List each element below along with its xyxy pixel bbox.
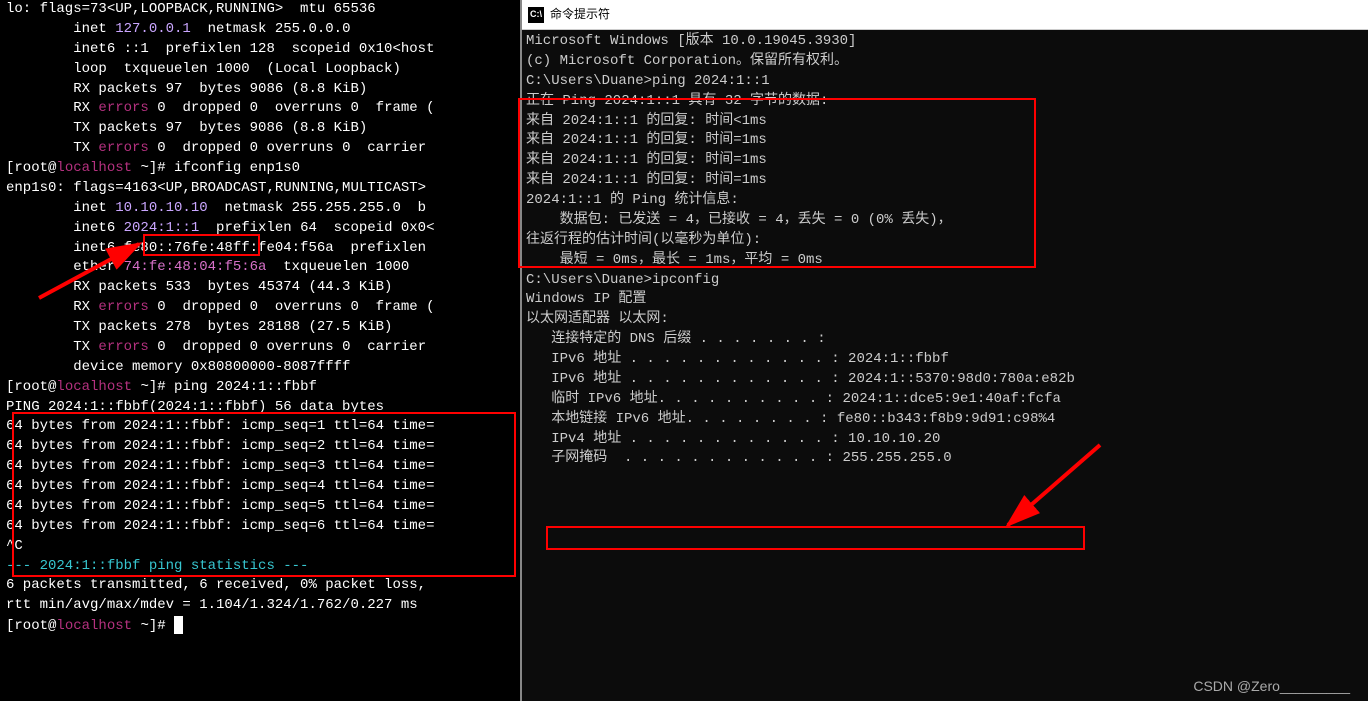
terminal-line: ^C — [6, 537, 520, 557]
cmd-icon: C:\ — [528, 7, 544, 23]
terminal-line: ether 74:fe:48:04:f5:6a txqueuelen 1000 — [6, 258, 520, 278]
terminal-line: 子网掩码 . . . . . . . . . . . . : 255.255.2… — [526, 449, 1364, 469]
terminal-line: 64 bytes from 2024:1::fbbf: icmp_seq=2 t… — [6, 437, 520, 457]
terminal-line: [root@localhost ~]# ping 2024:1::fbbf — [6, 378, 520, 398]
terminal-line: rtt min/avg/max/mdev = 1.104/1.324/1.762… — [6, 596, 520, 616]
terminal-line: inet6 fe80::76fe:48ff:fe04:f56a prefixle… — [6, 239, 520, 259]
terminal-line: (c) Microsoft Corporation。保留所有权利。 — [526, 52, 1364, 72]
terminal-line: IPv4 地址 . . . . . . . . . . . . : 10.10.… — [526, 430, 1364, 450]
terminal-line: --- 2024:1::fbbf ping statistics --- — [6, 557, 520, 577]
terminal-line: [root@localhost ~]# ifconfig enp1s0 — [6, 159, 520, 179]
terminal-line: 来自 2024:1::1 的回复: 时间<1ms — [526, 112, 1364, 132]
windows-cmd-window: C:\ 命令提示符 Microsoft Windows [版本 10.0.190… — [520, 0, 1368, 701]
terminal-line: loop txqueuelen 1000 (Local Loopback) — [6, 60, 520, 80]
terminal-line: 2024:1::1 的 Ping 统计信息: — [526, 191, 1364, 211]
terminal-line: 64 bytes from 2024:1::fbbf: icmp_seq=5 t… — [6, 497, 520, 517]
cmd-output[interactable]: Microsoft Windows [版本 10.0.19045.3930](c… — [522, 30, 1368, 471]
terminal-line: 64 bytes from 2024:1::fbbf: icmp_seq=1 t… — [6, 417, 520, 437]
terminal-line: 数据包: 已发送 = 4，已接收 = 4，丢失 = 0 (0% 丢失)， — [526, 211, 1364, 231]
terminal-line: inet6 2024:1::1 prefixlen 64 scopeid 0x0… — [6, 219, 520, 239]
terminal-line: 来自 2024:1::1 的回复: 时间=1ms — [526, 131, 1364, 151]
terminal-line: 连接特定的 DNS 后缀 . . . . . . . : — [526, 330, 1364, 350]
terminal-line: 往返行程的估计时间(以毫秒为单位): — [526, 231, 1364, 251]
window-titlebar[interactable]: C:\ 命令提示符 — [522, 0, 1368, 30]
terminal-line: inet 127.0.0.1 netmask 255.0.0.0 — [6, 20, 520, 40]
terminal-line: 64 bytes from 2024:1::fbbf: icmp_seq=3 t… — [6, 457, 520, 477]
terminal-line: inet 10.10.10.10 netmask 255.255.255.0 b — [6, 199, 520, 219]
terminal-line: IPv6 地址 . . . . . . . . . . . . : 2024:1… — [526, 350, 1364, 370]
terminal-line: 临时 IPv6 地址. . . . . . . . . . : 2024:1::… — [526, 390, 1364, 410]
terminal-line: RX packets 97 bytes 9086 (8.8 KiB) — [6, 80, 520, 100]
terminal-line: RX errors 0 dropped 0 overruns 0 frame ( — [6, 99, 520, 119]
terminal-line: TX packets 97 bytes 9086 (8.8 KiB) — [6, 119, 520, 139]
terminal-line: TX errors 0 dropped 0 overruns 0 carrier — [6, 139, 520, 159]
watermark: CSDN @Zero_________ — [1193, 677, 1350, 697]
terminal-line: inet6 ::1 prefixlen 128 scopeid 0x10<hos… — [6, 40, 520, 60]
terminal-line: TX packets 278 bytes 28188 (27.5 KiB) — [6, 318, 520, 338]
terminal-line: 来自 2024:1::1 的回复: 时间=1ms — [526, 171, 1364, 191]
terminal-line: PING 2024:1::fbbf(2024:1::fbbf) 56 data … — [6, 398, 520, 418]
cursor — [174, 616, 183, 634]
terminal-line: [root@localhost ~]# — [6, 616, 520, 637]
terminal-line: 6 packets transmitted, 6 received, 0% pa… — [6, 576, 520, 596]
terminal-line: C:\Users\Duane>ping 2024:1::1 — [526, 72, 1364, 92]
terminal-line: 64 bytes from 2024:1::fbbf: icmp_seq=4 t… — [6, 477, 520, 497]
terminal-line: RX errors 0 dropped 0 overruns 0 frame ( — [6, 298, 520, 318]
terminal-line: device memory 0x80800000-8087ffff — [6, 358, 520, 378]
terminal-line: Windows IP 配置 — [526, 290, 1364, 310]
terminal-line: C:\Users\Duane>ipconfig — [526, 271, 1364, 291]
window-title: 命令提示符 — [550, 6, 610, 23]
terminal-line: TX errors 0 dropped 0 overruns 0 carrier — [6, 338, 520, 358]
terminal-line: 64 bytes from 2024:1::fbbf: icmp_seq=6 t… — [6, 517, 520, 537]
terminal-line: IPv6 地址 . . . . . . . . . . . . : 2024:1… — [526, 370, 1364, 390]
terminal-line: 以太网适配器 以太网: — [526, 310, 1364, 330]
terminal-line: enp1s0: flags=4163<UP,BROADCAST,RUNNING,… — [6, 179, 520, 199]
terminal-line: 本地链接 IPv6 地址. . . . . . . . : fe80::b343… — [526, 410, 1364, 430]
linux-terminal[interactable]: lo: flags=73<UP,LOOPBACK,RUNNING> mtu 65… — [0, 0, 520, 701]
terminal-line: 来自 2024:1::1 的回复: 时间=1ms — [526, 151, 1364, 171]
terminal-line: 最短 = 0ms，最长 = 1ms，平均 = 0ms — [526, 251, 1364, 271]
terminal-line: RX packets 533 bytes 45374 (44.3 KiB) — [6, 278, 520, 298]
terminal-line: lo: flags=73<UP,LOOPBACK,RUNNING> mtu 65… — [6, 0, 520, 20]
terminal-line: Microsoft Windows [版本 10.0.19045.3930] — [526, 32, 1364, 52]
terminal-line: 正在 Ping 2024:1::1 具有 32 字节的数据: — [526, 92, 1364, 112]
